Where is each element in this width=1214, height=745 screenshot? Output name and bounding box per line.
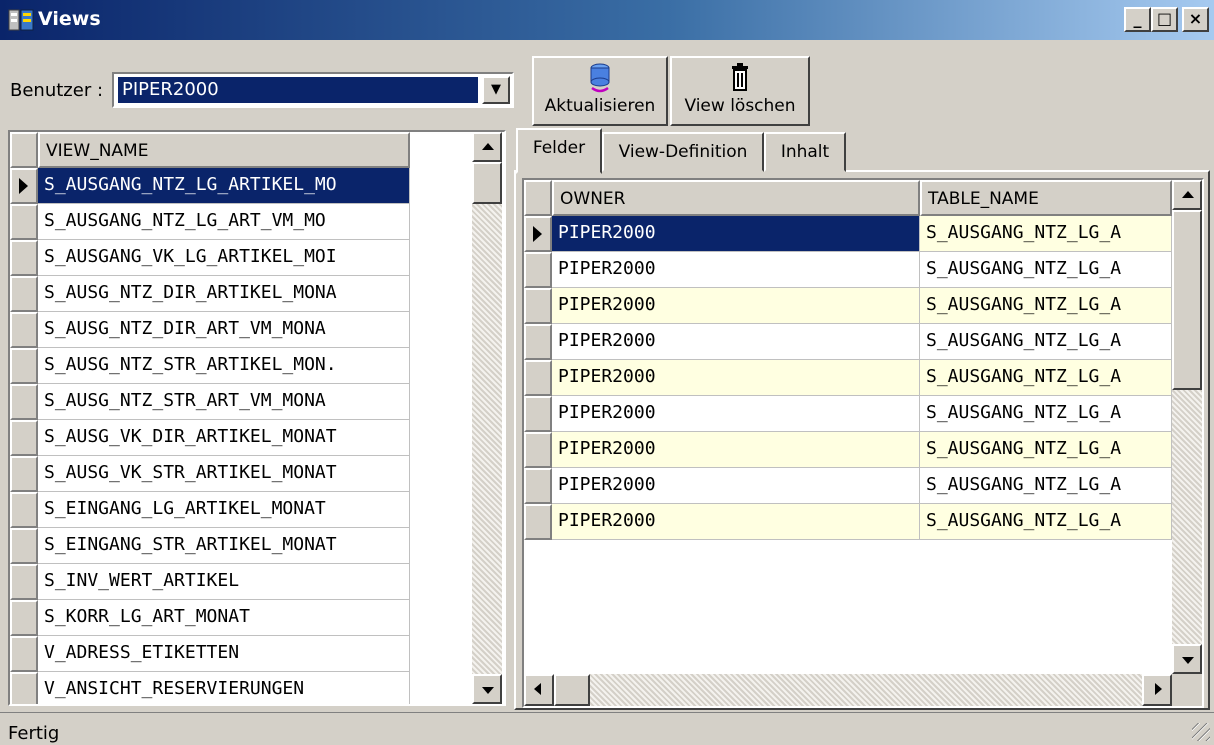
database-refresh-icon: [590, 63, 610, 93]
minimize-button[interactable]: _: [1124, 7, 1151, 32]
tab-view-definition[interactable]: View-Definition: [602, 132, 764, 172]
view-row[interactable]: S_AUSG_NTZ_DIR_ARTIKEL_MONA: [38, 276, 410, 312]
scroll-up-button[interactable]: [1172, 180, 1202, 210]
scroll-thumb[interactable]: [1172, 210, 1202, 390]
row-indicator[interactable]: [524, 360, 552, 396]
owner-cell[interactable]: PIPER2000: [552, 432, 920, 468]
column-header-owner[interactable]: OWNER: [552, 180, 920, 216]
scroll-thumb[interactable]: [472, 162, 502, 204]
owner-cell[interactable]: PIPER2000: [552, 360, 920, 396]
tab-inhalt[interactable]: Inhalt: [764, 132, 846, 172]
row-indicator[interactable]: [10, 384, 38, 420]
trash-icon: [732, 63, 748, 91]
row-indicator[interactable]: [524, 288, 552, 324]
row-indicator[interactable]: [524, 324, 552, 360]
view-row[interactable]: S_AUSG_NTZ_STR_ARTIKEL_MON.: [38, 348, 410, 384]
owner-cell[interactable]: PIPER2000: [552, 216, 920, 252]
row-indicator[interactable]: [10, 204, 38, 240]
table-name-cell[interactable]: S_AUSGANG_NTZ_LG_A: [920, 468, 1172, 504]
row-indicator[interactable]: [10, 636, 38, 672]
chevron-down-icon[interactable]: ▼: [482, 76, 510, 104]
owner-cell[interactable]: PIPER2000: [552, 504, 920, 540]
resize-grip-icon[interactable]: [1192, 723, 1210, 741]
view-row[interactable]: S_KORR_LG_ART_MONAT: [38, 600, 410, 636]
row-indicator[interactable]: [10, 312, 38, 348]
fields-grid[interactable]: OWNER TABLE_NAME PIPER2000 S_AUSGANG_NTZ_…: [522, 178, 1204, 708]
scroll-down-button[interactable]: [1172, 644, 1202, 674]
row-indicator[interactable]: [10, 456, 38, 492]
row-indicator[interactable]: [524, 504, 552, 540]
scroll-up-button[interactable]: [472, 132, 502, 162]
refresh-label: Aktualisieren: [544, 96, 656, 116]
view-row[interactable]: S_AUSG_VK_STR_ARTIKEL_MONAT: [38, 456, 410, 492]
owner-cell[interactable]: PIPER2000: [552, 396, 920, 432]
status-text: Fertig: [8, 723, 60, 744]
scroll-thumb[interactable]: [554, 674, 590, 706]
current-row-indicator[interactable]: [10, 168, 38, 204]
row-indicator[interactable]: [10, 564, 38, 600]
table-name-cell[interactable]: S_AUSGANG_NTZ_LG_A: [920, 288, 1172, 324]
owner-cell[interactable]: PIPER2000: [552, 288, 920, 324]
row-indicator[interactable]: [524, 468, 552, 504]
delete-view-button[interactable]: View löschen: [670, 56, 810, 126]
status-bar: Fertig: [0, 712, 1214, 745]
row-indicator[interactable]: [10, 600, 38, 636]
view-row[interactable]: S_INV_WERT_ARTIKEL: [38, 564, 410, 600]
column-header-view-name[interactable]: VIEW_NAME: [38, 132, 410, 168]
view-row[interactable]: V_ANSICHT_RESERVIERUNGEN: [38, 672, 410, 704]
view-row[interactable]: S_EINGANG_STR_ARTIKEL_MONAT: [38, 528, 410, 564]
view-row[interactable]: S_AUSGANG_VK_LG_ARTIKEL_MOI: [38, 240, 410, 276]
table-name-cell[interactable]: S_AUSGANG_NTZ_LG_A: [920, 216, 1172, 252]
row-indicator[interactable]: [10, 492, 38, 528]
view-row[interactable]: V_ADRESS_ETIKETTEN: [38, 636, 410, 672]
view-row[interactable]: S_AUSGANG_NTZ_LG_ARTIKEL_MO: [38, 168, 410, 204]
views-grid[interactable]: VIEW_NAME S_AUSGANG_NTZ_LG_ARTIKEL_MO S_A…: [8, 130, 506, 706]
header-indicator: [10, 132, 38, 168]
owner-cell[interactable]: PIPER2000: [552, 468, 920, 504]
view-row[interactable]: S_AUSG_VK_DIR_ARTIKEL_MONAT: [38, 420, 410, 456]
maximize-button[interactable]: □: [1151, 7, 1178, 32]
current-row-indicator[interactable]: [524, 216, 552, 252]
fields-horizontal-scrollbar[interactable]: [524, 674, 1172, 706]
table-name-cell[interactable]: S_AUSGANG_NTZ_LG_A: [920, 432, 1172, 468]
column-header-table-name[interactable]: TABLE_NAME: [920, 180, 1172, 216]
view-row[interactable]: S_EINGANG_LG_ARTIKEL_MONAT: [38, 492, 410, 528]
scroll-corner: [1172, 674, 1202, 706]
owner-cell[interactable]: PIPER2000: [552, 252, 920, 288]
view-row[interactable]: S_AUSGANG_NTZ_LG_ART_VM_MO: [38, 204, 410, 240]
row-indicator[interactable]: [10, 348, 38, 384]
refresh-button[interactable]: Aktualisieren: [532, 56, 668, 126]
table-name-cell[interactable]: S_AUSGANG_NTZ_LG_A: [920, 324, 1172, 360]
table-name-cell[interactable]: S_AUSGANG_NTZ_LG_A: [920, 360, 1172, 396]
title-bar: Views _ □ ×: [0, 0, 1214, 40]
view-row[interactable]: S_AUSG_NTZ_STR_ART_VM_MONA: [38, 384, 410, 420]
scroll-down-button[interactable]: [472, 674, 502, 704]
table-name-cell[interactable]: S_AUSGANG_NTZ_LG_A: [920, 504, 1172, 540]
tab-felder[interactable]: Felder: [516, 128, 602, 174]
delete-view-label: View löschen: [684, 96, 796, 116]
view-row[interactable]: S_AUSG_NTZ_DIR_ART_VM_MONA: [38, 312, 410, 348]
row-indicator[interactable]: [10, 276, 38, 312]
table-name-cell[interactable]: S_AUSGANG_NTZ_LG_A: [920, 252, 1172, 288]
views-app-icon: [8, 9, 34, 31]
header-indicator: [524, 180, 552, 216]
fields-vertical-scrollbar[interactable]: [1172, 180, 1202, 674]
owner-cell[interactable]: PIPER2000: [552, 324, 920, 360]
row-indicator[interactable]: [10, 240, 38, 276]
table-name-cell[interactable]: S_AUSGANG_NTZ_LG_A: [920, 396, 1172, 432]
scroll-left-button[interactable]: [524, 674, 554, 706]
user-label: Benutzer :: [10, 80, 104, 101]
row-indicator[interactable]: [10, 672, 38, 704]
row-indicator[interactable]: [524, 432, 552, 468]
row-indicator[interactable]: [10, 420, 38, 456]
window-title: Views: [38, 8, 101, 30]
close-button[interactable]: ×: [1182, 7, 1209, 32]
row-indicator[interactable]: [524, 252, 552, 288]
scroll-right-button[interactable]: [1142, 674, 1172, 706]
views-vertical-scrollbar[interactable]: [472, 132, 502, 704]
user-select[interactable]: PIPER2000 ▼: [112, 72, 514, 108]
row-indicator[interactable]: [524, 396, 552, 432]
user-select-value: PIPER2000: [118, 77, 478, 103]
row-indicator[interactable]: [10, 528, 38, 564]
